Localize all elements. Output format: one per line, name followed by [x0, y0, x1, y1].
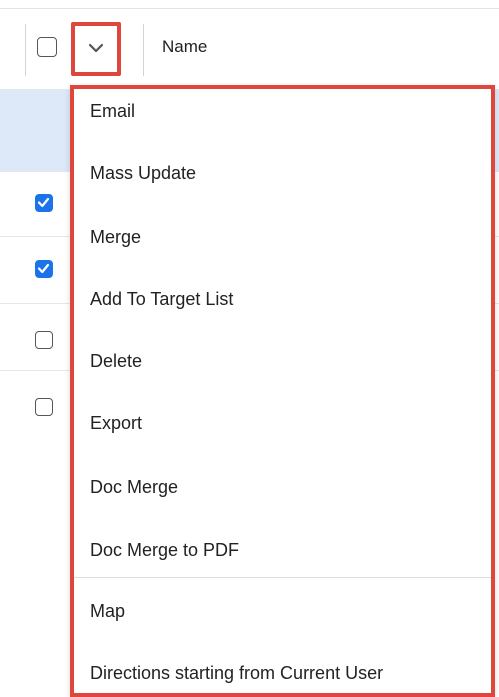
row-checkbox[interactable]: [35, 331, 53, 349]
row-checkbox[interactable]: [35, 398, 53, 416]
menu-item-doc-merge[interactable]: Doc Merge: [90, 477, 178, 498]
header-divider: [143, 24, 144, 76]
mass-actions-menu: Email Mass Update Merge Add To Target Li…: [70, 85, 495, 697]
menu-item-merge[interactable]: Merge: [90, 227, 141, 248]
menu-item-add-to-target-list[interactable]: Add To Target List: [90, 289, 233, 310]
menu-item-delete[interactable]: Delete: [90, 351, 142, 372]
menu-item-email[interactable]: Email: [90, 101, 135, 122]
row-checkbox[interactable]: [35, 194, 53, 212]
menu-item-mass-update[interactable]: Mass Update: [90, 163, 196, 184]
menu-item-export[interactable]: Export: [90, 413, 142, 434]
menu-item-doc-merge-to-pdf[interactable]: Doc Merge to PDF: [90, 540, 239, 561]
menu-item-directions-from-current-user[interactable]: Directions starting from Current User: [90, 663, 383, 684]
check-icon: [36, 195, 52, 210]
menu-separator: [74, 577, 491, 578]
row-checkbox[interactable]: [35, 260, 53, 278]
list-view-page: Name Email Mass Update Merge Add To Targ…: [0, 0, 499, 697]
mass-actions-dropdown-button[interactable]: [71, 22, 121, 76]
table-header-row: Name: [0, 8, 499, 90]
header-divider: [25, 24, 26, 76]
chevron-down-icon: [88, 40, 104, 58]
name-column-header[interactable]: Name: [162, 37, 207, 57]
menu-item-map[interactable]: Map: [90, 601, 125, 622]
check-icon: [36, 261, 52, 276]
select-all-checkbox[interactable]: [37, 37, 57, 57]
